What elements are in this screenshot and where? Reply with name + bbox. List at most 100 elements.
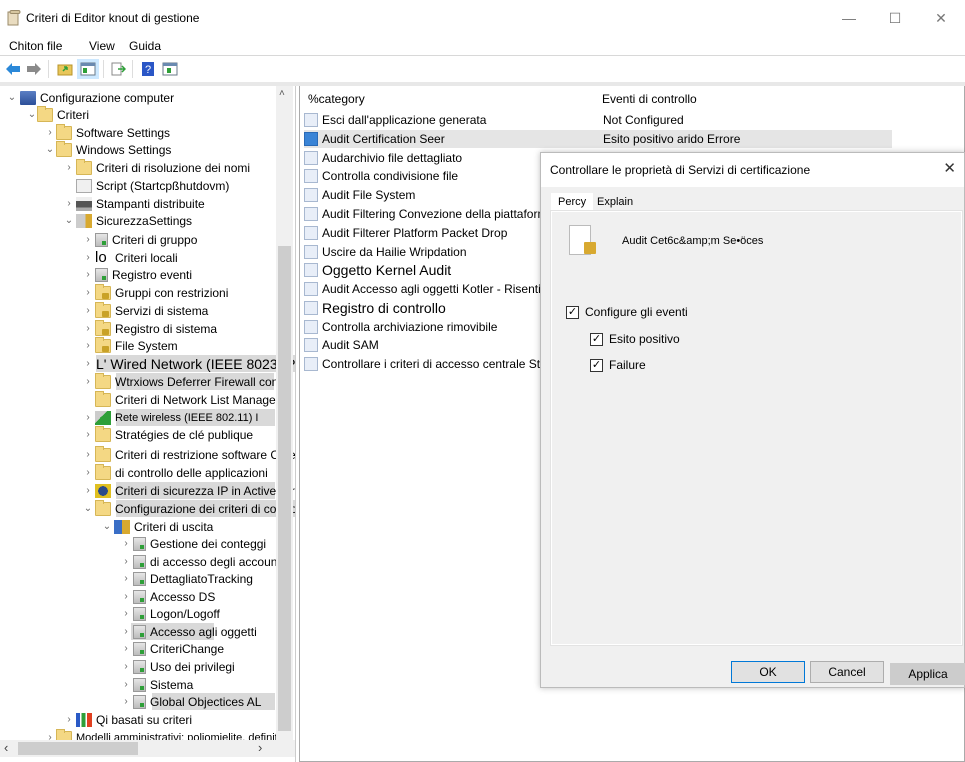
tree-item[interactable]: › Criteri di gruppo — [0, 231, 295, 248]
tree-item[interactable]: › Criteri di risoluzione dei nomi — [0, 158, 295, 176]
tree-vertical-scrollbar[interactable]: ˄ — [276, 86, 293, 740]
chevron-down-icon[interactable]: ⌄ — [83, 503, 93, 514]
configure-events-checkbox[interactable]: ✓ Configure gli eventi — [566, 305, 688, 319]
scroll-right-arrow-icon[interactable]: › — [258, 740, 262, 755]
chevron-right-icon[interactable]: › — [64, 162, 74, 173]
tree-item[interactable]: › Software Settings — [0, 123, 295, 141]
tree-item[interactable]: › Criteri di sicurezza IP in Active Dir. — [0, 482, 295, 499]
tree-item[interactable]: › Sistema — [0, 676, 295, 693]
chevron-right-icon[interactable]: › — [121, 643, 131, 654]
table-row[interactable]: Esci dall'applicazione generata Not Confi… — [304, 111, 684, 129]
back-button[interactable] — [3, 59, 23, 79]
tree-item[interactable]: › Gruppi con restrizioni — [0, 283, 295, 301]
chevron-right-icon[interactable]: › — [121, 591, 131, 602]
scroll-left-arrow-icon[interactable]: ‹ — [4, 740, 8, 755]
tree-item[interactable]: › Logon/Logoff — [0, 605, 295, 622]
apply-button[interactable]: Applica — [890, 663, 965, 685]
tab-explain[interactable]: Explain — [590, 193, 640, 212]
tree-vertical-scroll-thumb[interactable] — [278, 246, 291, 731]
help-button[interactable]: ? — [138, 59, 158, 79]
chevron-down-icon[interactable]: ⌄ — [45, 144, 55, 155]
tree-item[interactable]: › Global Objectices AL — [0, 693, 295, 710]
tree-item[interactable]: › DettagliatoTracking — [0, 570, 295, 587]
dialog-close-button[interactable]: ✕ — [943, 159, 956, 177]
tree-item[interactable]: ⌄ Configurazione dei criteri di controllo… — [0, 499, 295, 517]
chevron-right-icon[interactable]: › — [121, 573, 131, 584]
chevron-right-icon[interactable]: › — [64, 714, 74, 725]
tree-item[interactable]: Criteri di Network List Manager — [0, 390, 295, 408]
chevron-right-icon[interactable]: › — [83, 429, 93, 440]
chevron-down-icon[interactable]: ⌄ — [102, 521, 112, 532]
tree-item[interactable]: › Accesso agli oggetti — [0, 623, 295, 640]
cancel-button[interactable]: Cancel — [810, 661, 884, 683]
forward-button[interactable] — [24, 59, 44, 79]
chevron-right-icon[interactable]: › — [83, 376, 93, 387]
up-folder-button[interactable] — [55, 59, 75, 79]
chevron-right-icon[interactable]: › — [121, 626, 131, 637]
tree-horizontal-scroll-thumb[interactable] — [18, 742, 138, 755]
chevron-right-icon[interactable]: › — [83, 269, 93, 280]
minimize-button[interactable]: — — [826, 4, 872, 32]
chevron-right-icon[interactable]: › — [83, 234, 93, 245]
tree-item[interactable]: › Uso dei privilegi — [0, 658, 295, 675]
column-header-category[interactable]: %category — [308, 92, 365, 106]
tree-item[interactable]: ⌄ Criteri — [0, 105, 295, 123]
chevron-right-icon[interactable]: › — [83, 467, 93, 478]
tree-item[interactable]: › Gestione dei conteggi — [0, 535, 295, 552]
tree-item[interactable]: › Registro eventi — [0, 266, 295, 283]
show-action-pane-button[interactable] — [160, 59, 180, 79]
tree-item[interactable]: › CriteriChange — [0, 640, 295, 657]
tree-item[interactable]: ⌄ Configurazione computer — [0, 89, 295, 106]
tree-item[interactable]: › L' Wired Network (IEEE 8023) Pole — [0, 355, 295, 372]
chevron-down-icon[interactable]: ⌄ — [7, 92, 17, 103]
chevron-right-icon[interactable]: › — [121, 556, 131, 567]
tree-item[interactable]: › lo Criteri locali — [0, 249, 295, 266]
tree-item[interactable]: › di controllo delle applicazioni — [0, 463, 295, 481]
failure-checkbox[interactable]: ✓ Failure — [590, 358, 646, 372]
ok-button[interactable]: OK — [731, 661, 805, 683]
tree-item[interactable]: › di accesso degli account — [0, 553, 295, 570]
chevron-right-icon[interactable]: › — [83, 358, 93, 369]
tree-item[interactable]: › Criteri di restrizione software Criteri — [0, 445, 295, 463]
tree-item[interactable]: ⌄ Windows Settings — [0, 140, 295, 158]
menu-file[interactable]: Chiton file — [9, 39, 62, 53]
chevron-right-icon[interactable]: › — [83, 305, 93, 316]
tree-item[interactable]: ⌄ SicurezzaSettings — [0, 212, 295, 229]
menu-view[interactable]: View — [89, 39, 115, 53]
chevron-right-icon[interactable]: › — [83, 287, 93, 298]
chevron-right-icon[interactable]: › — [45, 127, 55, 138]
tree-item[interactable]: › Stampanti distribuite — [0, 195, 295, 212]
tree-item[interactable]: › Accesso DS — [0, 588, 295, 605]
export-list-button[interactable] — [108, 59, 128, 79]
chevron-right-icon[interactable]: › — [83, 485, 93, 496]
chevron-right-icon[interactable]: › — [121, 661, 131, 672]
menu-help[interactable]: Guida — [129, 39, 161, 53]
tab-policy[interactable]: Percy — [551, 193, 594, 212]
tree-item[interactable]: › Wtrxiows Deferrer Firewall con — [0, 372, 295, 390]
chevron-right-icon[interactable]: › — [121, 538, 131, 549]
chevron-down-icon[interactable]: ⌄ — [64, 215, 74, 226]
chevron-right-icon[interactable]: › — [64, 198, 74, 209]
tree-item[interactable]: › Rete wireless (IEEE 802.11) I — [0, 409, 295, 426]
chevron-down-icon[interactable]: ⌄ — [27, 109, 37, 120]
tree-item[interactable]: › File System — [0, 336, 295, 354]
success-checkbox[interactable]: ✓ Esito positivo — [590, 332, 680, 346]
tree-item[interactable]: › Stratégies de clé publique — [0, 425, 295, 443]
chevron-right-icon[interactable]: › — [83, 340, 93, 351]
scroll-up-arrow-icon[interactable]: ˄ — [279, 88, 285, 99]
chevron-right-icon[interactable]: › — [121, 696, 131, 707]
chevron-right-icon[interactable]: › — [121, 608, 131, 619]
chevron-right-icon[interactable]: › — [83, 449, 93, 460]
chevron-right-icon[interactable]: › — [121, 679, 131, 690]
maximize-button[interactable]: ☐ — [872, 4, 918, 32]
tree-horizontal-scrollbar[interactable]: ‹ › — [0, 740, 295, 757]
close-button[interactable]: ✕ — [918, 4, 964, 32]
tree-item[interactable]: › Registro di sistema — [0, 319, 295, 337]
show-hide-tree-button[interactable] — [77, 59, 99, 79]
column-header-audit-events[interactable]: Eventi di controllo — [602, 92, 697, 106]
chevron-right-icon[interactable]: › — [83, 323, 93, 334]
tree-item[interactable]: › Servizi di sistema — [0, 301, 295, 319]
table-row[interactable]: Audit Certification Seer Esito positivo a… — [304, 130, 892, 148]
chevron-right-icon[interactable]: › — [83, 252, 93, 263]
chevron-right-icon[interactable]: › — [83, 412, 93, 423]
